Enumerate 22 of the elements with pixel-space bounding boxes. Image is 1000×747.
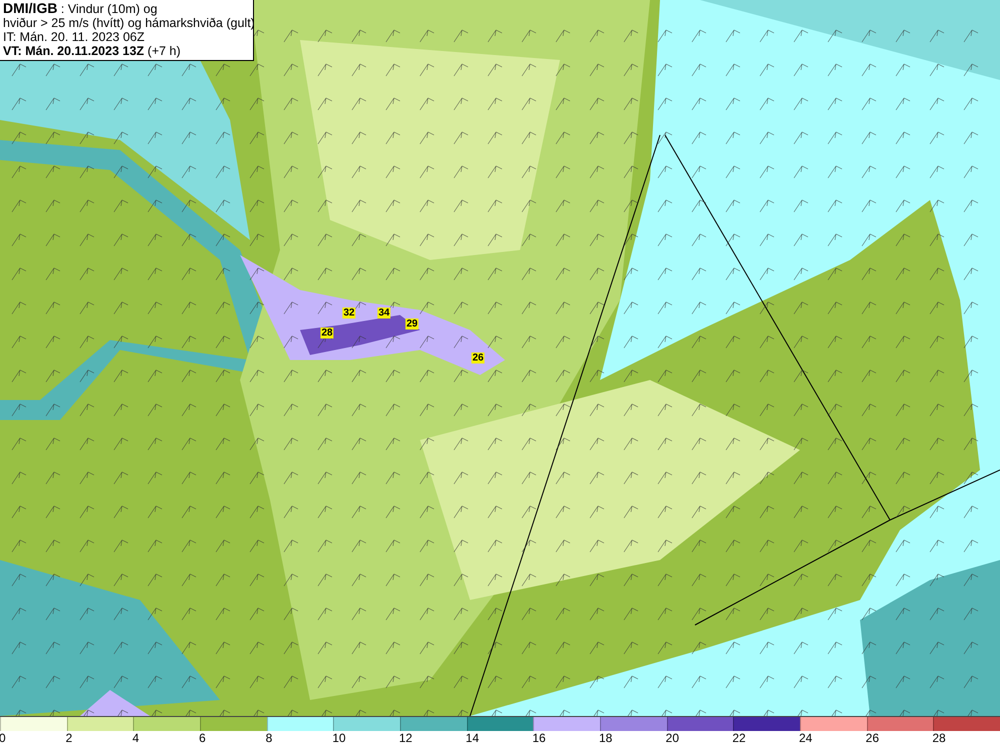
legend-label: 22 <box>732 731 746 746</box>
legend-label: 14 <box>466 731 480 746</box>
legend-label: 16 <box>532 731 546 746</box>
gust-label: 26 <box>471 352 485 364</box>
legend-label: 8 <box>266 731 272 746</box>
legend-label: 12 <box>398 731 412 746</box>
gust-label: 34 <box>377 308 391 318</box>
legend-label: 28 <box>932 731 946 746</box>
issue-time: IT: Mán. 20. 11. 2023 06Z <box>3 30 146 44</box>
legend-label: 24 <box>798 731 812 746</box>
legend-label: 18 <box>598 731 612 746</box>
legend-label: 20 <box>666 731 680 746</box>
legend-label: 26 <box>866 731 880 746</box>
valid-time: VT: Mán. 20.11.2023 13Z (+7 h) <box>3 44 182 58</box>
legend-label: 4 <box>132 731 140 746</box>
gust-label: 29 <box>405 318 419 330</box>
map-title: DMI/IGB : Vindur (10m) og <box>3 1 158 16</box>
legend-label: 2 <box>66 731 72 746</box>
gust-label: 28 <box>320 328 334 338</box>
legend-label: 10 <box>332 731 346 746</box>
legend-label: 6 <box>198 731 206 746</box>
gust-label: 32 <box>342 308 356 318</box>
